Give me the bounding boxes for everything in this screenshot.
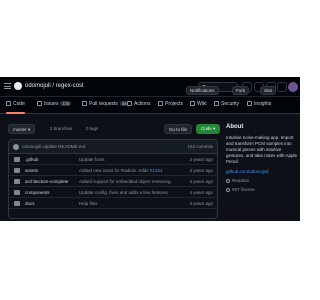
latest-commit-bar: odomojuli Update README.md 163 commits	[9, 140, 217, 154]
issue-link[interactable]: #1234	[150, 168, 163, 173]
code-button[interactable]: Code ▾	[196, 124, 221, 134]
user-avatar[interactable]	[288, 82, 298, 92]
law-icon	[226, 188, 230, 192]
branch-select[interactable]: master ▾	[8, 124, 36, 134]
folder-icon	[14, 168, 20, 173]
tags-link[interactable]: 0 tags	[86, 126, 98, 131]
license-link[interactable]: MIT license	[226, 187, 298, 192]
folder-icon	[14, 190, 20, 195]
repo-window: odomojuli / regex-cost Code Issues 178 Pu…	[0, 77, 300, 221]
fork-button[interactable]: Fork	[232, 86, 249, 95]
file-name[interactable]: components	[25, 190, 50, 195]
code-icon	[6, 101, 11, 106]
shield-icon	[214, 101, 219, 106]
issue-icon	[37, 101, 42, 106]
commit-text: Added new icons for Radicle. Adds	[79, 168, 149, 173]
star-button[interactable]: Star	[260, 86, 277, 95]
menu-icon[interactable]	[4, 83, 11, 89]
tab-label: Code	[13, 101, 25, 107]
file-name[interactable]: docs	[25, 201, 35, 206]
graph-icon	[247, 101, 252, 106]
table-row[interactable]: architecture-complete Added support for …	[9, 176, 217, 187]
homepage-link[interactable]: github.com/odomojuli	[226, 169, 298, 174]
notifications-button[interactable]: Notifications	[186, 86, 219, 95]
branch-toolbar: master ▾ 3 branches 0 tags Go to file Co…	[8, 124, 221, 134]
tab-label: Wiki	[197, 101, 207, 107]
file-date: 4 years ago	[189, 179, 213, 184]
file-name[interactable]: architecture-complete	[25, 179, 68, 184]
repo-nav: Code Issues 178 Pull requests 34 Actions P…	[0, 97, 300, 114]
file-commit-message[interactable]: Added new icons for Radicle. Adds #1234	[79, 168, 189, 173]
table-row[interactable]: assets Added new icons for Radicle. Adds…	[9, 165, 217, 176]
tab-wiki[interactable]: Wiki	[190, 101, 206, 107]
file-name[interactable]: assets	[25, 168, 38, 173]
tab-label: Projects	[165, 101, 184, 107]
book-icon	[226, 179, 230, 183]
about-sidebar: About Intuitive noise-making app. Import…	[226, 124, 298, 192]
github-logo-icon[interactable]	[14, 82, 22, 90]
tab-security[interactable]: Security	[214, 101, 239, 107]
file-list: odomojuli Update README.md 163 commits .…	[8, 139, 218, 219]
about-description: Intuitive noise-making app. Import and t…	[226, 135, 298, 164]
commit-author[interactable]: odomojuli	[22, 144, 41, 149]
author-avatar[interactable]	[13, 144, 19, 150]
commit-message[interactable]: Update README.md	[43, 144, 86, 149]
repo-path[interactable]: odomojuli / regex-cost	[25, 83, 84, 89]
tab-label: Security	[221, 101, 240, 107]
file-commit-message[interactable]: Update config, fixes and adds a few feat…	[79, 190, 189, 195]
table-row[interactable]: .github Update fonts 3 years ago	[9, 154, 217, 165]
file-date: 4 years ago	[189, 168, 213, 173]
tab-pull-requests[interactable]: Pull requests 34	[82, 101, 129, 107]
tab-label: Actions	[134, 101, 151, 107]
license-label: MIT license	[232, 187, 255, 192]
tab-count: 178	[60, 101, 72, 106]
play-icon	[127, 101, 132, 106]
code-button-label: Code	[201, 126, 212, 131]
tab-actions[interactable]: Actions	[127, 101, 150, 107]
table-row[interactable]: components Update config, fixes and adds…	[9, 187, 217, 198]
pull-request-icon	[82, 101, 87, 106]
tab-label: Issues	[44, 101, 59, 107]
readme-label: Readme	[232, 178, 250, 183]
commit-count[interactable]: 163 commits	[187, 144, 213, 149]
folder-icon	[14, 179, 20, 184]
tab-code[interactable]: Code	[6, 101, 25, 114]
file-date: 4 years ago	[189, 190, 213, 195]
tab-label: Insights	[254, 101, 272, 107]
book-icon	[190, 101, 195, 106]
folder-icon	[14, 157, 20, 162]
tab-insights[interactable]: Insights	[247, 101, 271, 107]
file-date: 4 years ago	[189, 201, 213, 206]
inbox-icon[interactable]	[277, 82, 287, 92]
commit-summary: odomojuli Update README.md	[22, 144, 85, 149]
tab-issues[interactable]: Issues 178	[37, 101, 72, 107]
table-row[interactable]: docs Help files 4 years ago	[9, 198, 217, 209]
file-commit-message[interactable]: Added support for embedded object renami…	[79, 179, 189, 184]
file-commit-message[interactable]: Update fonts	[79, 157, 189, 162]
folder-icon	[14, 201, 20, 206]
about-heading: About	[226, 124, 244, 130]
file-commit-message[interactable]: Help files	[79, 201, 189, 206]
table-icon	[158, 101, 163, 106]
file-date: 3 years ago	[189, 157, 213, 162]
file-name[interactable]: .github	[25, 157, 39, 162]
branches-link[interactable]: 3 branches	[50, 126, 72, 131]
global-header: odomojuli / regex-cost	[0, 77, 300, 97]
go-to-file-button[interactable]: Go to file	[164, 124, 193, 134]
tab-label: Pull requests	[89, 101, 118, 107]
tab-projects[interactable]: Projects	[158, 101, 183, 107]
branch-name: master	[13, 127, 27, 132]
readme-link[interactable]: Readme	[226, 178, 298, 183]
